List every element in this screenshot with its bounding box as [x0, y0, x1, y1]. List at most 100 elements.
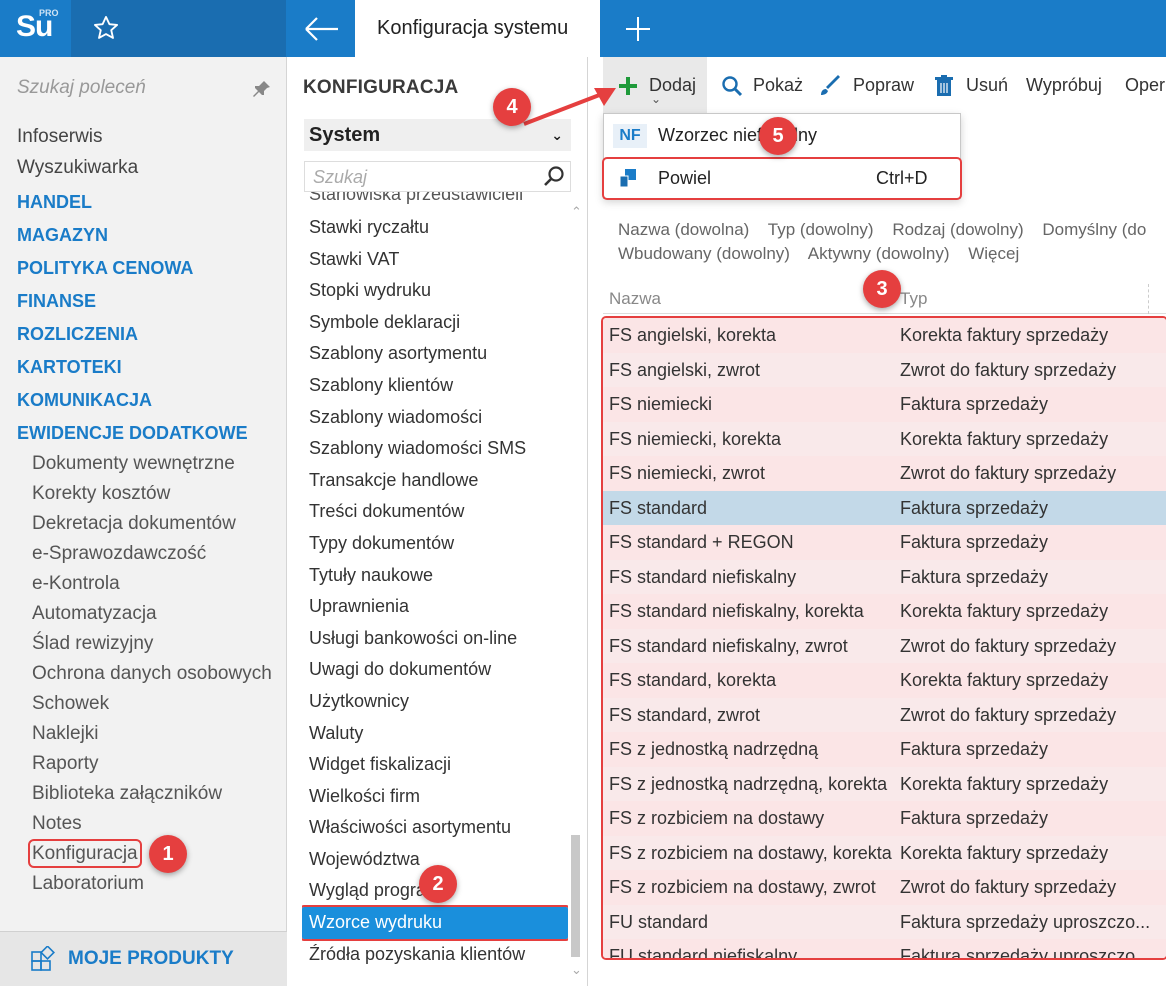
favorites-star-icon[interactable]	[92, 14, 120, 42]
config-list-scrollbar[interactable]: ⌃ ⌄	[568, 200, 586, 980]
sidebar-item[interactable]: MAGAZYN	[0, 218, 287, 251]
filter-aktywny[interactable]: Aktywny (dowolny)	[808, 244, 950, 263]
sidebar-item[interactable]: Korekty kosztów	[0, 479, 287, 509]
table-row[interactable]: FS z jednostką nadrzędną, korekta Korekta…	[603, 766, 1166, 801]
app-logo[interactable]: Su PRO	[0, 0, 71, 57]
config-list-item[interactable]: Wzorce wydruku	[302, 905, 568, 941]
cell-nazwa: FS niemiecki, zwrot	[609, 463, 766, 483]
operations-button[interactable]: Oper	[1125, 57, 1165, 113]
config-list-item[interactable]: Szablony klientów	[302, 370, 568, 402]
sidebar-item[interactable]: Notes	[0, 809, 287, 839]
table-row[interactable]: FS z jednostką nadrzędną Faktura sprzedaż…	[603, 732, 1166, 767]
config-list-item[interactable]: Stopki wydruku	[302, 275, 568, 307]
config-list-item[interactable]: Właściwości asortymentu	[302, 812, 568, 844]
scrollbar-thumb[interactable]	[571, 835, 580, 957]
table-row[interactable]: FS z rozbiciem na dostawy Faktura sprzeda…	[603, 801, 1166, 836]
scroll-up-icon[interactable]: ⌃	[571, 204, 582, 220]
config-list-item[interactable]: Stawki ryczałtu	[302, 212, 568, 244]
table-row[interactable]: FU standard Faktura sprzedaży uproszczo..…	[603, 904, 1166, 939]
config-list-item[interactable]: Źródła pozyskania klientów	[302, 939, 568, 971]
sidebar-item[interactable]: KOMUNIKACJA	[0, 383, 287, 416]
config-list-item[interactable]: Wielkości firm	[302, 781, 568, 813]
config-list-item[interactable]: Uprawnienia	[302, 591, 568, 623]
table-row[interactable]: FS niemiecki, korekta Korekta faktury spr…	[603, 421, 1166, 456]
scroll-down-icon[interactable]: ⌄	[571, 962, 582, 978]
filter-typ[interactable]: Typ (dowolny)	[768, 220, 874, 239]
moje-produkty-button[interactable]: MOJE PRODUKTY	[0, 931, 287, 986]
table-row[interactable]: FS z rozbiciem na dostawy, zwrot Zwrot do…	[603, 870, 1166, 905]
column-header-typ[interactable]: Typ	[900, 289, 927, 309]
sidebar-item[interactable]: Automatyzacja	[0, 599, 287, 629]
table-row[interactable]: FS standard niefiskalny, korekta Korekta …	[603, 594, 1166, 629]
sidebar-item[interactable]: Dokumenty wewnętrzne	[0, 449, 287, 479]
table-row[interactable]: FU standard niefiskalny Faktura sprzedaży…	[603, 939, 1166, 958]
filter-wiecej[interactable]: Więcej	[968, 244, 1019, 263]
search-icon[interactable]	[542, 165, 566, 189]
sidebar-item[interactable]: HANDEL	[0, 185, 287, 218]
sidebar-item[interactable]: Infoserwis	[0, 123, 287, 154]
config-list-item[interactable]: Waluty	[302, 718, 568, 750]
sidebar-item-label: KARTOTEKI	[17, 357, 122, 377]
new-tab-plus-icon[interactable]	[620, 12, 656, 46]
config-list-item[interactable]: Szablony wiadomości SMS	[302, 433, 568, 465]
menu-item-powiel[interactable]: Powiel Ctrl+D	[602, 157, 962, 200]
table-row[interactable]: FS standard Faktura sprzedaży	[603, 490, 1166, 525]
sidebar-item[interactable]: Ślad rewizyjny	[0, 629, 287, 659]
config-list-item[interactable]: Widget fiskalizacji	[302, 749, 568, 781]
pin-icon[interactable]	[252, 79, 272, 99]
sidebar-item[interactable]: Schowek	[0, 689, 287, 719]
config-list-item[interactable]: Typy dokumentów	[302, 528, 568, 560]
table-row[interactable]: FS z rozbiciem na dostawy, korekta Korekt…	[603, 835, 1166, 870]
table-row[interactable]: FS standard, zwrot Zwrot do faktury sprze…	[603, 697, 1166, 732]
tab-konfiguracja-systemu[interactable]: Konfiguracja systemu	[355, 0, 600, 57]
back-arrow-icon[interactable]	[292, 12, 352, 46]
table-row[interactable]: FS angielski, korekta Korekta faktury spr…	[603, 318, 1166, 353]
edit-button[interactable]: Popraw	[819, 57, 914, 113]
config-list-item[interactable]: Usługi bankowości on-line	[302, 623, 568, 655]
sidebar-item[interactable]: Konfiguracja	[0, 839, 287, 869]
config-search-input[interactable]: Szukaj	[304, 161, 571, 192]
sidebar-item[interactable]: FINANSE	[0, 284, 287, 317]
sidebar-item[interactable]: e-Kontrola	[0, 569, 287, 599]
delete-button[interactable]: Usuń	[934, 57, 1008, 113]
config-list-item[interactable]: Stawki VAT	[302, 244, 568, 276]
table-row[interactable]: FS standard niefiskalny, zwrot Zwrot do f…	[603, 628, 1166, 663]
config-list-item[interactable]: Treści dokumentów	[302, 496, 568, 528]
sidebar-item[interactable]: KARTOTEKI	[0, 350, 287, 383]
sidebar-item[interactable]: Naklejki	[0, 719, 287, 749]
command-search-input[interactable]: Szukaj poleceń	[17, 77, 146, 99]
sidebar-item[interactable]: Raporty	[0, 749, 287, 779]
config-list-item[interactable]: Szablony wiadomości	[302, 402, 568, 434]
sidebar-item[interactable]: ROZLICZENIA	[0, 317, 287, 350]
menu-item-shortcut: Ctrl+D	[876, 168, 928, 188]
sidebar-item-label: Notes	[32, 813, 82, 834]
sidebar-item[interactable]: e-Sprawozdawczość	[0, 539, 287, 569]
config-list-item[interactable]: Stanowiska przedstawicieli	[302, 192, 568, 212]
table-row[interactable]: FS standard, korekta Korekta faktury sprz…	[603, 663, 1166, 698]
config-list-item[interactable]: Symbole deklaracji	[302, 307, 568, 339]
config-list-item[interactable]: Uwagi do dokumentów	[302, 654, 568, 686]
sidebar-item[interactable]: Wyszukiwarka	[0, 154, 287, 185]
sidebar-item[interactable]: Ochrona danych osobowych	[0, 659, 287, 689]
column-header-nazwa[interactable]: Nazwa	[609, 289, 661, 309]
table-row[interactable]: FS angielski, zwrot Zwrot do faktury sprz…	[603, 352, 1166, 387]
filter-rodzaj[interactable]: Rodzaj (dowolny)	[892, 220, 1023, 239]
table-row[interactable]: FS standard niefiskalny Faktura sprzedaży	[603, 559, 1166, 594]
filter-wbudowany[interactable]: Wbudowany (dowolny)	[618, 244, 790, 263]
config-list-item[interactable]: Transakcje handlowe	[302, 465, 568, 497]
table-row[interactable]: FS niemiecki Faktura sprzedaży	[603, 387, 1166, 422]
try-button[interactable]: Wypróbuj	[1026, 57, 1102, 113]
sidebar-item[interactable]: Biblioteka załączników	[0, 779, 287, 809]
table-row[interactable]: FS standard + REGON Faktura sprzedaży	[603, 525, 1166, 560]
table-row[interactable]: FS niemiecki, zwrot Zwrot do faktury sprz…	[603, 456, 1166, 491]
config-list-item[interactable]: Szablony asortymentu	[302, 338, 568, 370]
show-button[interactable]: Pokaż	[721, 57, 803, 113]
sidebar-item[interactable]: Dekretacja dokumentów	[0, 509, 287, 539]
filter-nazwa[interactable]: Nazwa (dowolna)	[618, 220, 749, 239]
config-list-item[interactable]: Użytkownicy	[302, 686, 568, 718]
sidebar-item[interactable]: Laboratorium	[0, 869, 287, 899]
sidebar-item[interactable]: POLITYKA CENOWA	[0, 251, 287, 284]
sidebar-item[interactable]: EWIDENCJE DODATKOWE	[0, 416, 287, 449]
filter-domyslny[interactable]: Domyślny (do	[1042, 220, 1146, 239]
config-list-item[interactable]: Tytuły naukowe	[302, 560, 568, 592]
